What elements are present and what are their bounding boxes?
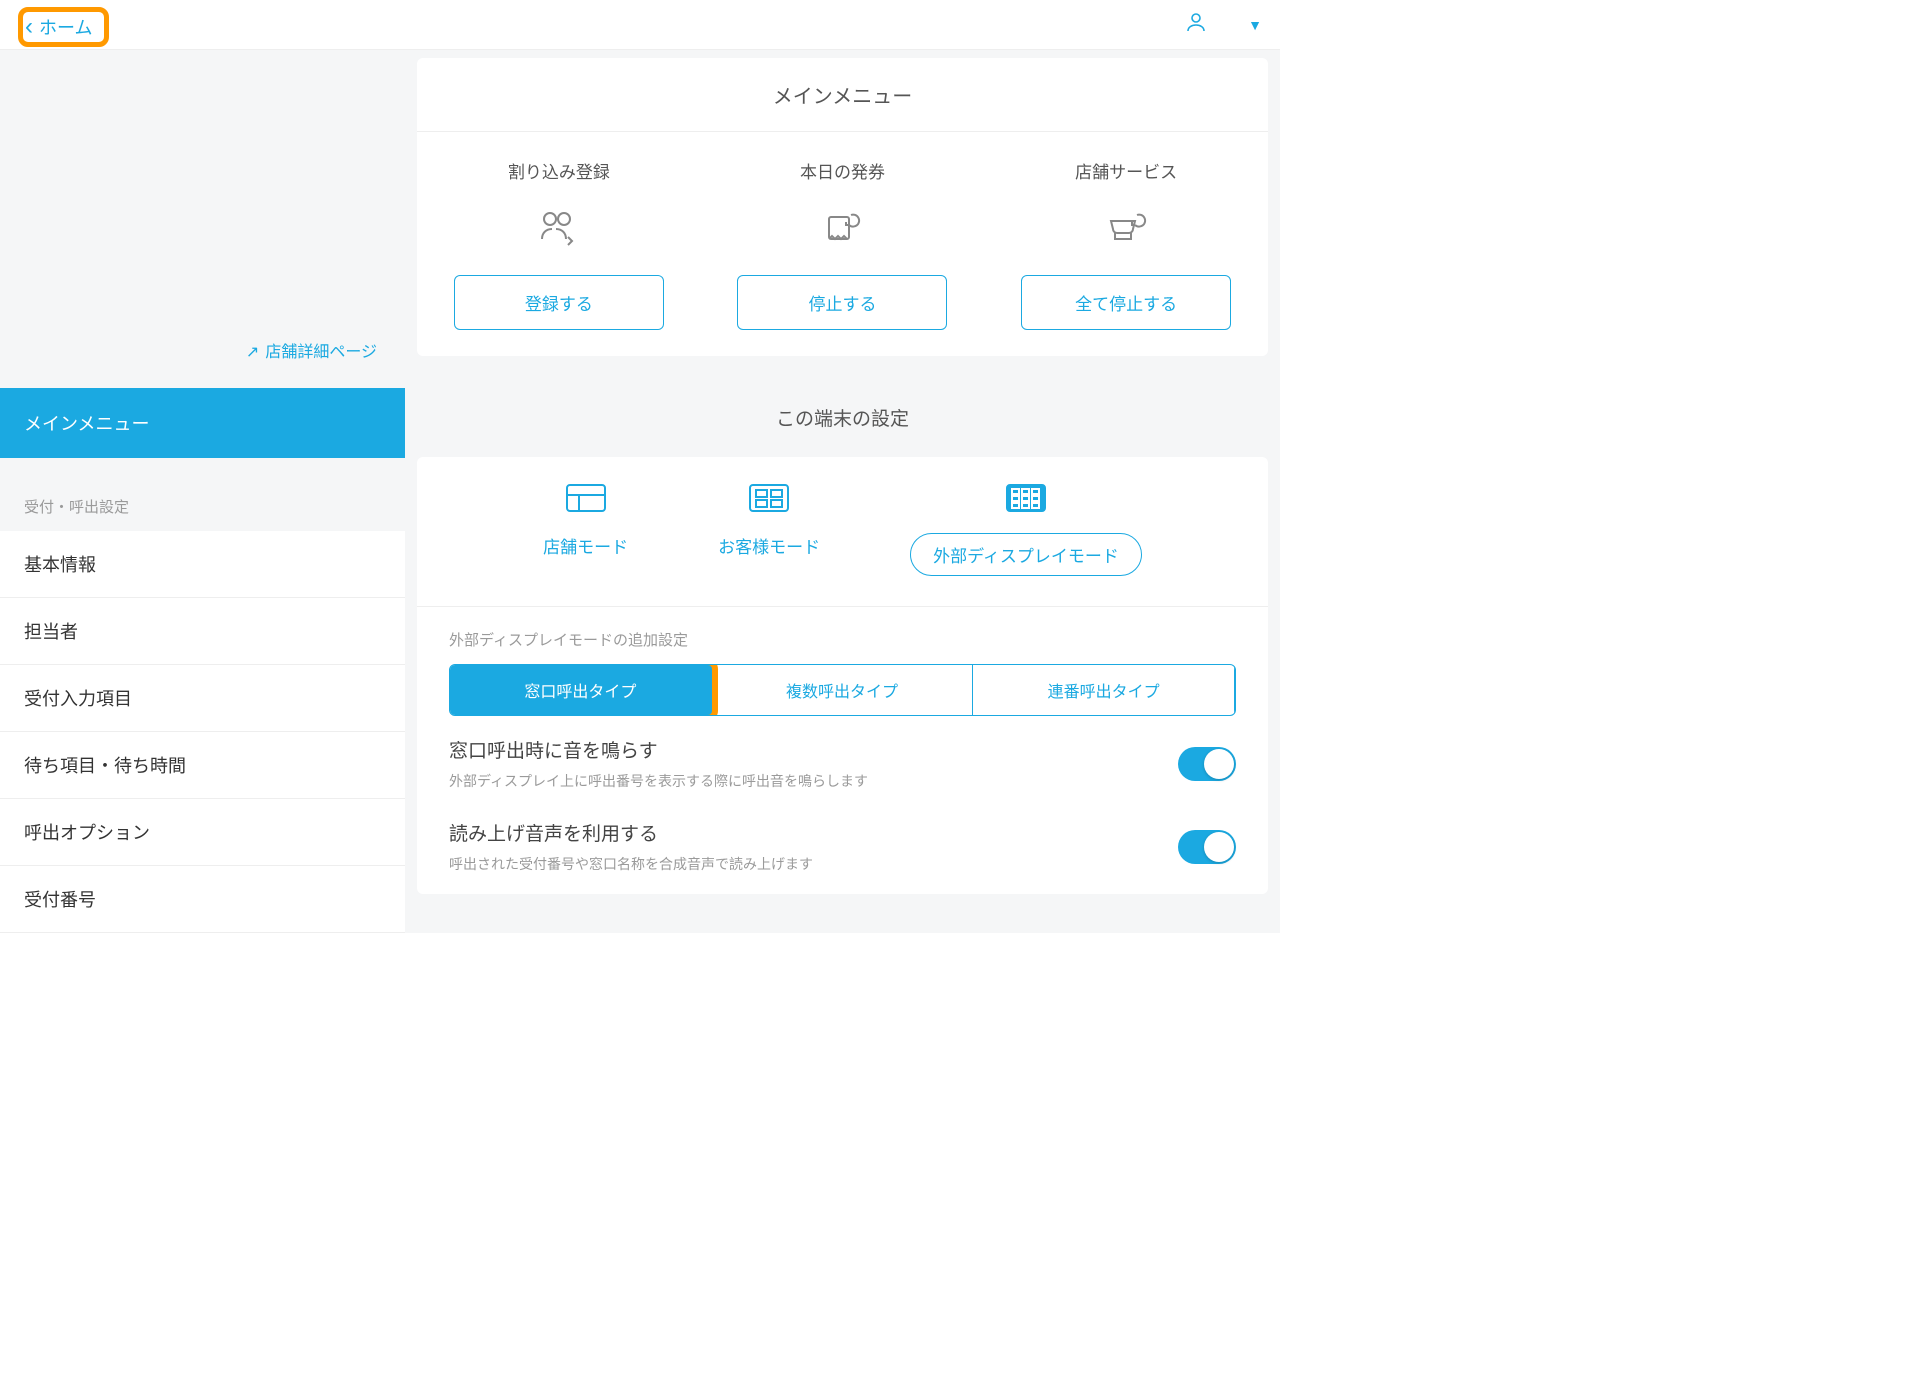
setting-row-tts: 読み上げ音声を利用する 呼出された受付番号や窓口名称を合成音声で読み上げます — [417, 799, 1268, 882]
seg-window-call[interactable]: 窓口呼出タイプ — [450, 665, 712, 715]
menu-col-store-service: 店舗サービス 全て停止する — [1016, 158, 1236, 330]
store-detail-link[interactable]: ↗店舗詳細ページ — [0, 328, 405, 388]
sidebar-item-staff[interactable]: 担当者 — [0, 598, 405, 665]
store-refresh-icon — [1016, 203, 1236, 251]
store-mode-icon — [543, 479, 628, 517]
sidebar-item-main-menu[interactable]: メインメニュー — [0, 388, 405, 458]
setting-desc: 外部ディスプレイ上に呼出番号を表示する際に呼出音を鳴らします — [449, 771, 868, 791]
users-refresh-icon — [449, 203, 669, 251]
main-menu-card: メインメニュー 割り込み登録 登録する 本日の発券 — [417, 58, 1268, 356]
sidebar-item-basic-info[interactable]: 基本情報 — [0, 531, 405, 598]
sidebar: ↗店舗詳細ページ メインメニュー 受付・呼出設定 基本情報 担当者 受付入力項目… — [0, 50, 405, 933]
main: メインメニュー 割り込み登録 登録する 本日の発券 — [405, 50, 1280, 933]
mode-external-display[interactable]: 外部ディスプレイモード — [910, 479, 1142, 576]
user-icon[interactable] — [1184, 10, 1208, 39]
menu-col-interrupt: 割り込み登録 登録する — [449, 158, 669, 330]
setting-desc: 呼出された受付番号や窓口名称を合成音声で読み上げます — [449, 854, 813, 874]
chevron-down-icon[interactable]: ▼ — [1248, 17, 1262, 33]
sidebar-item-call-options[interactable]: 呼出オプション — [0, 799, 405, 866]
device-card: 店舗モード お客様モード 外部ディスプレイモード 外部ディスプレイモードの追加設… — [417, 457, 1268, 894]
seg-serial-call[interactable]: 連番呼出タイプ — [973, 665, 1235, 715]
topbar-right: ▼ — [1184, 10, 1262, 39]
back-label: ホーム — [39, 14, 92, 40]
seg-multi-call[interactable]: 複数呼出タイプ — [712, 665, 974, 715]
mode-row: 店舗モード お客様モード 外部ディスプレイモード — [417, 457, 1268, 607]
segmented-control: 窓口呼出タイプ 複数呼出タイプ 連番呼出タイプ — [449, 664, 1236, 716]
setting-title: 読み上げ音声を利用する — [449, 819, 813, 846]
stop-all-button[interactable]: 全て停止する — [1021, 275, 1231, 330]
mode-store[interactable]: 店舗モード — [543, 479, 628, 576]
external-link-icon: ↗ — [246, 342, 259, 362]
register-button[interactable]: 登録する — [454, 275, 664, 330]
sidebar-item-reception-number[interactable]: 受付番号 — [0, 866, 405, 933]
back-button[interactable]: ‹ ホーム — [18, 7, 109, 47]
sidebar-section-label: 受付・呼出設定 — [0, 458, 405, 531]
setting-row-sound: 窓口呼出時に音を鳴らす 外部ディスプレイ上に呼出番号を表示する際に呼出音を鳴らし… — [417, 716, 1268, 799]
stop-button[interactable]: 停止する — [737, 275, 947, 330]
menu-col-ticket: 本日の発券 停止する — [732, 158, 952, 330]
device-section-title: この端末の設定 — [405, 380, 1280, 449]
sidebar-item-wait[interactable]: 待ち項目・待ち時間 — [0, 732, 405, 799]
topbar: ‹ ホーム ▼ — [0, 0, 1280, 50]
mode-customer[interactable]: お客様モード — [718, 479, 820, 576]
external-display-mode-icon — [910, 479, 1142, 517]
toggle-sound[interactable] — [1178, 747, 1236, 781]
setting-title: 窓口呼出時に音を鳴らす — [449, 736, 868, 763]
customer-mode-icon — [718, 479, 820, 517]
ticket-refresh-icon — [732, 203, 952, 251]
sidebar-item-reception-fields[interactable]: 受付入力項目 — [0, 665, 405, 732]
main-menu-title: メインメニュー — [417, 58, 1268, 132]
toggle-tts[interactable] — [1178, 830, 1236, 864]
external-display-subtitle: 外部ディスプレイモードの追加設定 — [417, 607, 1268, 664]
chevron-left-icon: ‹ — [25, 15, 33, 39]
